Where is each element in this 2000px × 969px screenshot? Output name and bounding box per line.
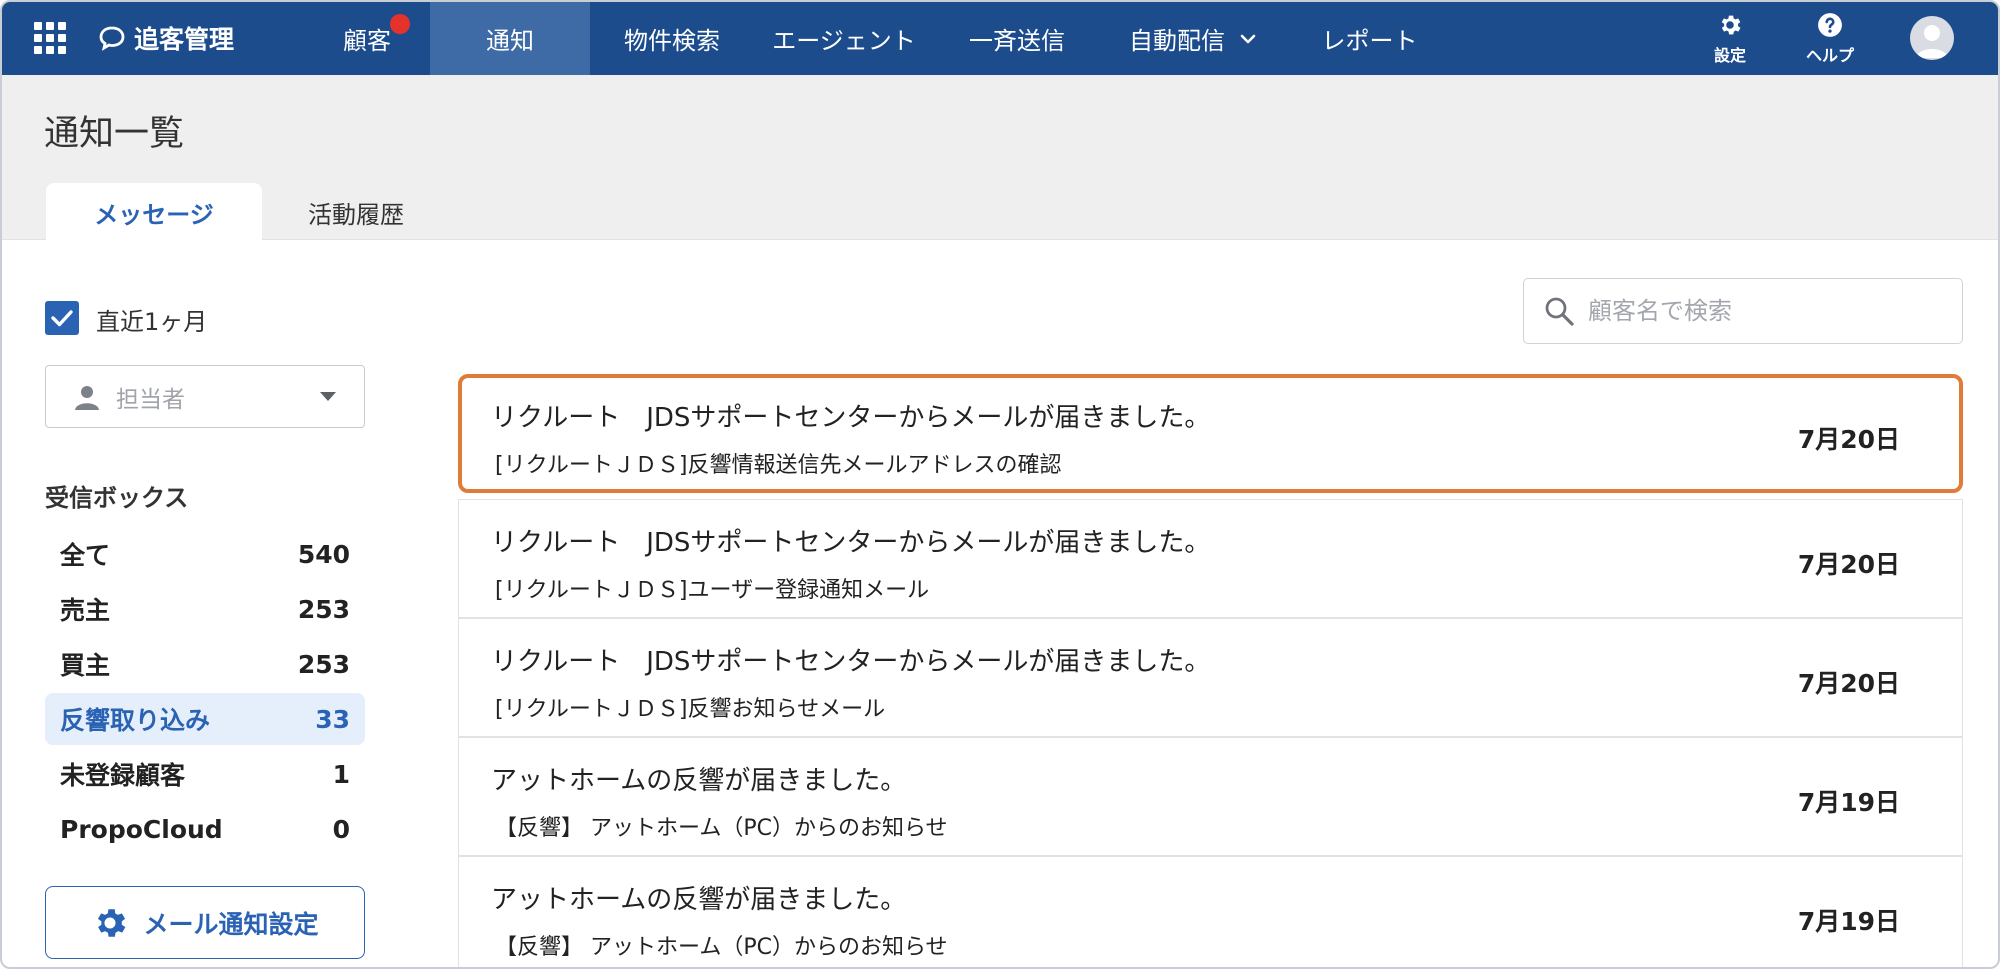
message-item[interactable]: リクルート JDSサポートセンターからメールが届きました。 [リクルートＪＤＳ]… xyxy=(458,499,1963,618)
message-subject: 【反響】 アットホーム（PC）からのお知らせ xyxy=(495,816,948,841)
nav-item-notifications[interactable]: 通知 xyxy=(430,2,590,75)
inbox-item-all[interactable]: 全て 540 xyxy=(45,528,365,580)
inbox-item-count: 253 xyxy=(297,649,350,679)
chat-bubble-icon xyxy=(99,26,125,51)
nav-item-auto-delivery[interactable]: 自動配信 xyxy=(1108,2,1278,75)
top-navigation: 追客管理 顧客 通知 物件検索 エージェント 一斉送信 自動配信 レポート 設定… xyxy=(2,2,1998,75)
user-silhouette-icon xyxy=(1916,25,1948,58)
inbox-item-label: 全て xyxy=(60,541,111,570)
brand-logo[interactable]: 追客管理 xyxy=(98,18,234,58)
inbox-item-label: 反響取り込み xyxy=(60,706,211,735)
mail-notification-settings-button[interactable]: メール通知設定 xyxy=(45,886,365,959)
assignee-placeholder: 担当者 xyxy=(116,386,185,413)
nav-label: 物件検索 xyxy=(624,27,720,55)
caret-down-icon xyxy=(320,392,336,401)
nav-item-customers[interactable]: 顧客 xyxy=(302,2,432,75)
tab-activity-history[interactable]: 活動履歴 xyxy=(272,183,440,241)
nav-label: 自動配信 xyxy=(1129,27,1225,55)
app-window: 追客管理 顧客 通知 物件検索 エージェント 一斉送信 自動配信 レポート 設定… xyxy=(0,0,2000,969)
message-date: 7月20日 xyxy=(1797,550,1900,579)
message-title: アットホームの反響が届きました。 xyxy=(491,766,907,796)
inbox-item-label: 売主 xyxy=(60,596,111,625)
inbox-item-count: 1 xyxy=(332,759,350,789)
inbox-item-label: 未登録顧客 xyxy=(60,761,186,790)
inbox-item-count: 253 xyxy=(297,594,350,624)
person-icon xyxy=(75,385,99,410)
message-date: 7月19日 xyxy=(1797,788,1900,817)
tab-messages[interactable]: メッセージ xyxy=(46,183,262,241)
checkmark-icon xyxy=(51,310,73,327)
help-label: ヘルプ xyxy=(1805,46,1854,65)
inbox-title: 受信ボックス xyxy=(45,484,189,512)
search-input[interactable] xyxy=(1588,297,1948,325)
inbox-item-buyers[interactable]: 買主 253 xyxy=(45,638,365,690)
nav-item-reports[interactable]: レポート xyxy=(1302,2,1437,75)
nav-label: エージェント xyxy=(772,27,916,55)
message-title: リクルート JDSサポートセンターからメールが届きました。 xyxy=(491,403,1211,433)
search-icon xyxy=(1545,297,1574,326)
message-subject: 【反響】 アットホーム（PC）からのお知らせ xyxy=(495,935,948,960)
recent-month-label: 直近1ヶ月 xyxy=(96,308,208,336)
help-icon xyxy=(1818,13,1842,37)
brand-name: 追客管理 xyxy=(134,25,235,54)
inbox-item-sellers[interactable]: 売主 253 xyxy=(45,583,365,635)
message-item[interactable]: アットホームの反響が届きました。 【反響】 アットホーム（PC）からのお知らせ … xyxy=(458,856,1963,967)
gear-icon xyxy=(98,908,126,937)
nav-label: 顧客 xyxy=(343,27,391,55)
message-date: 7月19日 xyxy=(1797,907,1900,936)
message-item[interactable]: リクルート JDSサポートセンターからメールが届きました。 [リクルートＪＤＳ]… xyxy=(458,618,1963,737)
message-item[interactable]: リクルート JDSサポートセンターからメールが届きました。 [リクルートＪＤＳ]… xyxy=(458,374,1963,493)
customer-search-box[interactable] xyxy=(1523,278,1963,344)
inbox-item-label: PropoCloud xyxy=(60,814,223,844)
nav-item-agents[interactable]: エージェント xyxy=(754,2,934,75)
inbox-item-count: 0 xyxy=(332,814,350,844)
inbox-item-unregistered[interactable]: 未登録顧客 1 xyxy=(45,748,365,800)
inbox-item-inquiry-import[interactable]: 反響取り込み 33 xyxy=(45,693,365,745)
nav-item-bulk-send[interactable]: 一斉送信 xyxy=(947,2,1087,75)
inbox-item-label: 買主 xyxy=(60,651,111,680)
inbox-item-propocloud[interactable]: PropoCloud 0 xyxy=(45,803,365,855)
gear-icon xyxy=(1721,15,1741,35)
nav-item-property-search[interactable]: 物件検索 xyxy=(602,2,742,75)
message-item[interactable]: アットホームの反響が届きました。 【反響】 アットホーム（PC）からのお知らせ … xyxy=(458,737,1963,856)
inbox-item-count: 540 xyxy=(297,539,350,569)
apps-grid-icon[interactable] xyxy=(34,22,66,54)
inbox-item-count: 33 xyxy=(315,704,350,734)
page-title: 通知一覧 xyxy=(44,114,185,154)
assignee-select[interactable]: 担当者 xyxy=(45,365,365,428)
recent-month-checkbox[interactable] xyxy=(45,301,79,335)
message-subject: [リクルートＪＤＳ]反響情報送信先メールアドレスの確認 xyxy=(495,453,1062,478)
message-title: リクルート JDSサポートセンターからメールが届きました。 xyxy=(491,528,1211,558)
notification-badge xyxy=(390,14,410,34)
nav-label: 一斉送信 xyxy=(969,27,1065,55)
message-subject: [リクルートＪＤＳ]ユーザー登録通知メール xyxy=(495,578,930,603)
chevron-down-icon xyxy=(1240,34,1256,43)
message-title: リクルート JDSサポートセンターからメールが届きました。 xyxy=(491,647,1211,677)
help-button[interactable]: ヘルプ xyxy=(1795,12,1865,70)
settings-button[interactable]: 設定 xyxy=(1695,12,1765,70)
message-date: 7月20日 xyxy=(1797,669,1900,698)
settings-label: 設定 xyxy=(1713,46,1746,65)
message-title: アットホームの反響が届きました。 xyxy=(491,885,907,915)
user-avatar[interactable] xyxy=(1910,16,1954,60)
nav-label: 通知 xyxy=(486,27,534,55)
mail-notification-settings-label: メール通知設定 xyxy=(143,909,319,939)
nav-label: レポート xyxy=(1321,27,1418,55)
message-date: 7月20日 xyxy=(1797,425,1900,454)
message-subject: [リクルートＪＤＳ]反響お知らせメール xyxy=(495,697,886,722)
